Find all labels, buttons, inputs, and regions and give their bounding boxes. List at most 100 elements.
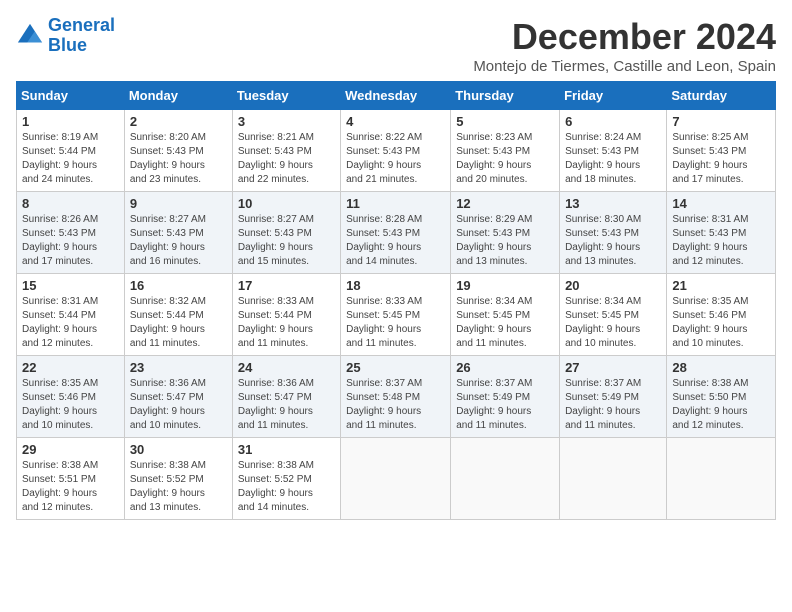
calendar-cell [667, 438, 776, 520]
calendar-cell: 10 Sunrise: 8:27 AM Sunset: 5:43 PM Dayli… [232, 192, 340, 274]
day-info: Sunrise: 8:37 AM Sunset: 5:49 PM Dayligh… [456, 377, 554, 433]
day-number: 28 [672, 360, 770, 375]
month-title: December 2024 [473, 16, 776, 58]
day-number: 7 [672, 114, 770, 129]
day-header-friday: Friday [560, 82, 667, 110]
day-number: 8 [22, 196, 119, 211]
day-header-tuesday: Tuesday [232, 82, 340, 110]
calendar-cell: 12Sunrise: 8:29 AM Sunset: 5:43 PM Dayli… [451, 192, 560, 274]
day-info: Sunrise: 8:38 AM Sunset: 5:52 PM Dayligh… [238, 459, 335, 515]
calendar-cell: 29 Sunrise: 8:38 AM Sunset: 5:51 PM Dayli… [17, 438, 125, 520]
calendar-cell: 15Sunrise: 8:31 AM Sunset: 5:44 PM Dayli… [17, 274, 125, 356]
day-number: 19 [456, 278, 554, 293]
calendar-cell: 31 Sunrise: 8:38 AM Sunset: 5:52 PM Dayli… [232, 438, 340, 520]
day-header-sunday: Sunday [17, 82, 125, 110]
day-info: Sunrise: 8:19 AM Sunset: 5:44 PM Dayligh… [22, 131, 119, 187]
calendar-cell: 24 Sunrise: 8:36 AM Sunset: 5:47 PM Dayli… [232, 356, 340, 438]
day-number: 3 [238, 114, 335, 129]
day-info: Sunrise: 8:22 AM Sunset: 5:43 PM Dayligh… [346, 131, 445, 187]
calendar-week-row: 22Sunrise: 8:35 AM Sunset: 5:46 PM Dayli… [17, 356, 776, 438]
calendar-cell: 17 Sunrise: 8:33 AM Sunset: 5:44 PM Dayli… [232, 274, 340, 356]
calendar-cell: 3 Sunrise: 8:21 AM Sunset: 5:43 PM Daylig… [232, 110, 340, 192]
day-header-monday: Monday [124, 82, 232, 110]
calendar-cell: 26Sunrise: 8:37 AM Sunset: 5:49 PM Dayli… [451, 356, 560, 438]
calendar-cell: 9Sunrise: 8:27 AM Sunset: 5:43 PM Daylig… [124, 192, 232, 274]
logo-line2: Blue [48, 35, 87, 55]
calendar-cell [451, 438, 560, 520]
day-number: 5 [456, 114, 554, 129]
day-info: Sunrise: 8:38 AM Sunset: 5:50 PM Dayligh… [672, 377, 770, 433]
day-number: 9 [130, 196, 227, 211]
calendar-cell: 25 Sunrise: 8:37 AM Sunset: 5:48 PM Dayli… [341, 356, 451, 438]
calendar-cell: 6 Sunrise: 8:24 AM Sunset: 5:43 PM Daylig… [560, 110, 667, 192]
day-number: 24 [238, 360, 335, 375]
calendar-cell: 1Sunrise: 8:19 AM Sunset: 5:44 PM Daylig… [17, 110, 125, 192]
day-number: 23 [130, 360, 227, 375]
page-header: General Blue December 2024 Montejo de Ti… [16, 16, 776, 75]
day-info: Sunrise: 8:34 AM Sunset: 5:45 PM Dayligh… [456, 295, 554, 351]
day-info: Sunrise: 8:36 AM Sunset: 5:47 PM Dayligh… [238, 377, 335, 433]
day-info: Sunrise: 8:37 AM Sunset: 5:49 PM Dayligh… [565, 377, 661, 433]
logo: General Blue [16, 16, 115, 56]
calendar-cell [341, 438, 451, 520]
day-number: 29 [22, 442, 119, 457]
day-info: Sunrise: 8:20 AM Sunset: 5:43 PM Dayligh… [130, 131, 227, 187]
day-number: 17 [238, 278, 335, 293]
day-header-thursday: Thursday [451, 82, 560, 110]
calendar-cell: 18 Sunrise: 8:33 AM Sunset: 5:45 PM Dayli… [341, 274, 451, 356]
calendar-cell: 22Sunrise: 8:35 AM Sunset: 5:46 PM Dayli… [17, 356, 125, 438]
logo-line1: General [48, 15, 115, 35]
day-number: 20 [565, 278, 661, 293]
calendar-cell: 2Sunrise: 8:20 AM Sunset: 5:43 PM Daylig… [124, 110, 232, 192]
day-header-saturday: Saturday [667, 82, 776, 110]
calendar-cell: 30 Sunrise: 8:38 AM Sunset: 5:52 PM Dayli… [124, 438, 232, 520]
calendar-cell [560, 438, 667, 520]
calendar-cell: 13 Sunrise: 8:30 AM Sunset: 5:43 PM Dayli… [560, 192, 667, 274]
day-info: Sunrise: 8:23 AM Sunset: 5:43 PM Dayligh… [456, 131, 554, 187]
calendar-cell: 14 Sunrise: 8:31 AM Sunset: 5:43 PM Dayli… [667, 192, 776, 274]
calendar-cell: 8 Sunrise: 8:26 AM Sunset: 5:43 PM Daylig… [17, 192, 125, 274]
day-info: Sunrise: 8:21 AM Sunset: 5:43 PM Dayligh… [238, 131, 335, 187]
day-info: Sunrise: 8:26 AM Sunset: 5:43 PM Dayligh… [22, 213, 119, 269]
calendar-table: SundayMondayTuesdayWednesdayThursdayFrid… [16, 81, 776, 520]
day-number: 14 [672, 196, 770, 211]
day-number: 6 [565, 114, 661, 129]
calendar-cell: 5 Sunrise: 8:23 AM Sunset: 5:43 PM Daylig… [451, 110, 560, 192]
logo-icon [16, 22, 44, 50]
day-number: 13 [565, 196, 661, 211]
calendar-cell: 28 Sunrise: 8:38 AM Sunset: 5:50 PM Dayli… [667, 356, 776, 438]
day-number: 22 [22, 360, 119, 375]
day-info: Sunrise: 8:38 AM Sunset: 5:52 PM Dayligh… [130, 459, 227, 515]
calendar-header-row: SundayMondayTuesdayWednesdayThursdayFrid… [17, 82, 776, 110]
calendar-week-row: 29 Sunrise: 8:38 AM Sunset: 5:51 PM Dayli… [17, 438, 776, 520]
day-number: 11 [346, 196, 445, 211]
location-subtitle: Montejo de Tiermes, Castille and Leon, S… [473, 58, 776, 75]
day-number: 31 [238, 442, 335, 457]
day-info: Sunrise: 8:28 AM Sunset: 5:43 PM Dayligh… [346, 213, 445, 269]
day-info: Sunrise: 8:25 AM Sunset: 5:43 PM Dayligh… [672, 131, 770, 187]
day-info: Sunrise: 8:33 AM Sunset: 5:45 PM Dayligh… [346, 295, 445, 351]
day-number: 16 [130, 278, 227, 293]
calendar-cell: 23Sunrise: 8:36 AM Sunset: 5:47 PM Dayli… [124, 356, 232, 438]
day-header-wednesday: Wednesday [341, 82, 451, 110]
day-number: 25 [346, 360, 445, 375]
title-area: December 2024 Montejo de Tiermes, Castil… [473, 16, 776, 75]
day-number: 4 [346, 114, 445, 129]
day-number: 12 [456, 196, 554, 211]
day-info: Sunrise: 8:30 AM Sunset: 5:43 PM Dayligh… [565, 213, 661, 269]
calendar-cell: 7 Sunrise: 8:25 AM Sunset: 5:43 PM Daylig… [667, 110, 776, 192]
day-number: 30 [130, 442, 227, 457]
day-info: Sunrise: 8:27 AM Sunset: 5:43 PM Dayligh… [238, 213, 335, 269]
day-number: 10 [238, 196, 335, 211]
day-number: 27 [565, 360, 661, 375]
day-info: Sunrise: 8:32 AM Sunset: 5:44 PM Dayligh… [130, 295, 227, 351]
day-info: Sunrise: 8:33 AM Sunset: 5:44 PM Dayligh… [238, 295, 335, 351]
day-info: Sunrise: 8:31 AM Sunset: 5:43 PM Dayligh… [672, 213, 770, 269]
calendar-cell: 20Sunrise: 8:34 AM Sunset: 5:45 PM Dayli… [560, 274, 667, 356]
calendar-cell: 21Sunrise: 8:35 AM Sunset: 5:46 PM Dayli… [667, 274, 776, 356]
calendar-cell: 11 Sunrise: 8:28 AM Sunset: 5:43 PM Dayli… [341, 192, 451, 274]
day-info: Sunrise: 8:37 AM Sunset: 5:48 PM Dayligh… [346, 377, 445, 433]
day-number: 18 [346, 278, 445, 293]
day-info: Sunrise: 8:38 AM Sunset: 5:51 PM Dayligh… [22, 459, 119, 515]
day-info: Sunrise: 8:24 AM Sunset: 5:43 PM Dayligh… [565, 131, 661, 187]
